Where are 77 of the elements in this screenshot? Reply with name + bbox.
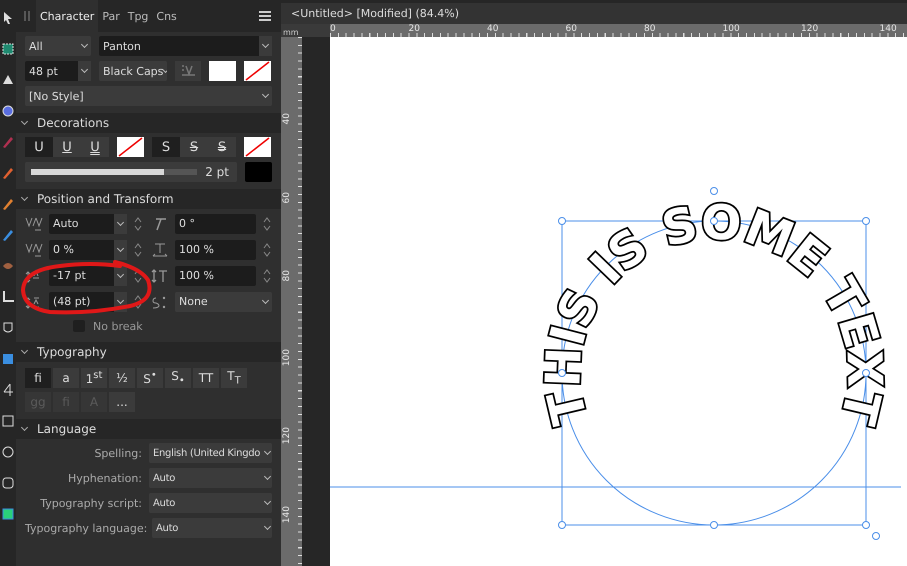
language-label: Hyphenation: bbox=[67, 472, 142, 484]
font-size-field[interactable]: 48 pt bbox=[25, 61, 91, 81]
panel-tab[interactable]: Tpg bbox=[124, 0, 152, 32]
fill-swatch[interactable] bbox=[209, 61, 236, 81]
tracking-field[interactable]: 0 % bbox=[49, 240, 127, 260]
language-label: Spelling: bbox=[93, 446, 142, 460]
panel-tab[interactable]: Character bbox=[36, 0, 98, 32]
no-color-swatch[interactable] bbox=[117, 137, 144, 157]
font-field[interactable]: Panton bbox=[99, 36, 272, 56]
no-color-swatch[interactable] bbox=[244, 61, 271, 81]
ruler-label: 120 bbox=[801, 24, 820, 36]
language-label: Typography language: bbox=[25, 522, 145, 534]
drag-grip-icon[interactable] bbox=[24, 11, 30, 21]
ruler-label: 100 bbox=[722, 24, 741, 36]
no-color-swatch[interactable] bbox=[244, 137, 271, 157]
vscale-icon bbox=[151, 268, 169, 284]
font-weight-dropdown[interactable]: Black Caps bbox=[99, 61, 167, 81]
no-break-label: No break bbox=[93, 320, 143, 332]
menu-icon[interactable] bbox=[259, 11, 271, 21]
rect-tool-icon[interactable] bbox=[0, 413, 16, 429]
strikethrough-button[interactable]: S bbox=[152, 137, 180, 157]
ruler-label: 100 bbox=[282, 348, 292, 366]
ruler-label: 140 bbox=[282, 506, 292, 523]
selection-handle[interactable] bbox=[710, 521, 718, 529]
ruler-label: 0 bbox=[330, 24, 337, 36]
opentype-feature-button[interactable]: TT bbox=[193, 368, 219, 388]
rounded-tool-icon[interactable] bbox=[0, 475, 16, 491]
opentype-feature-button[interactable]: T$_{T}$ bbox=[221, 368, 247, 388]
ruler-label: 120 bbox=[282, 427, 292, 444]
ruler-label: 60 bbox=[566, 24, 578, 36]
section-header[interactable]: Typography bbox=[16, 342, 281, 362]
scope-dropdown[interactable]: All bbox=[25, 36, 91, 56]
ruler-label: 80 bbox=[282, 270, 292, 282]
selection-handle[interactable] bbox=[558, 521, 566, 529]
kerning-field[interactable]: Auto bbox=[49, 214, 127, 234]
frame-tool-icon[interactable] bbox=[0, 41, 16, 57]
ruler-label: 40 bbox=[487, 24, 500, 36]
opentype-feature-button[interactable]: S$^{•}$ bbox=[137, 368, 163, 388]
language-dropdown[interactable]: English (United Kingdo bbox=[149, 443, 272, 463]
panel-tab[interactable]: Par bbox=[98, 0, 124, 32]
text-frame-icon[interactable] bbox=[175, 61, 201, 81]
language-label: Typography script: bbox=[39, 496, 142, 510]
panel-tab[interactable]: Cns bbox=[152, 0, 181, 32]
line-weight-slider[interactable]: 2 pt bbox=[25, 162, 237, 182]
ruler-unit: mm bbox=[283, 28, 299, 37]
language-dropdown[interactable]: Auto bbox=[149, 468, 272, 488]
opentype-feature-button[interactable]: 1$^{st}$ bbox=[81, 368, 107, 388]
hscale-field[interactable]: 100 % bbox=[175, 240, 256, 260]
opentype-feature-button[interactable]: S$_{•}$ bbox=[165, 368, 191, 388]
ruler-label: 60 bbox=[282, 192, 292, 203]
document-tab[interactable]: <Untitled> [Modified] (84.4%) bbox=[291, 6, 459, 20]
section-header[interactable]: Decorations bbox=[16, 113, 281, 133]
language-dropdown[interactable]: Auto bbox=[149, 493, 272, 513]
ruler-label: 40 bbox=[282, 113, 292, 124]
opentype-feature-button[interactable]: ... bbox=[109, 392, 135, 412]
hscale-icon bbox=[151, 242, 169, 258]
section-header[interactable]: Position and Transform bbox=[16, 189, 281, 209]
ruler-label: 140 bbox=[880, 24, 898, 36]
ruler-label: 20 bbox=[408, 24, 421, 36]
style-dropdown[interactable]: [No Style] bbox=[25, 86, 272, 106]
vscale-field[interactable]: 100 % bbox=[175, 266, 256, 286]
section-header[interactable]: Language bbox=[16, 419, 281, 439]
shear-field[interactable]: 0 ° bbox=[175, 214, 256, 234]
opentype-feature-button[interactable]: fi bbox=[25, 368, 51, 388]
ruler-label: 80 bbox=[644, 24, 656, 36]
underline-button[interactable]: U bbox=[25, 137, 53, 157]
tracking-icon bbox=[25, 242, 43, 258]
baseline-field[interactable]: -17 pt bbox=[49, 266, 127, 286]
selection-handle[interactable] bbox=[710, 187, 718, 195]
kerning-icon bbox=[25, 216, 43, 232]
opentype-feature-button[interactable]: a bbox=[53, 368, 79, 388]
line-weight-value: 2 pt bbox=[205, 165, 229, 179]
ellipse-tool-icon[interactable] bbox=[0, 444, 16, 460]
opentype-feature-button[interactable]: ½ bbox=[109, 368, 135, 388]
line-color-swatch[interactable] bbox=[245, 162, 272, 182]
language-dropdown[interactable]: Auto bbox=[152, 518, 272, 538]
script-dropdown[interactable]: None bbox=[175, 292, 272, 312]
